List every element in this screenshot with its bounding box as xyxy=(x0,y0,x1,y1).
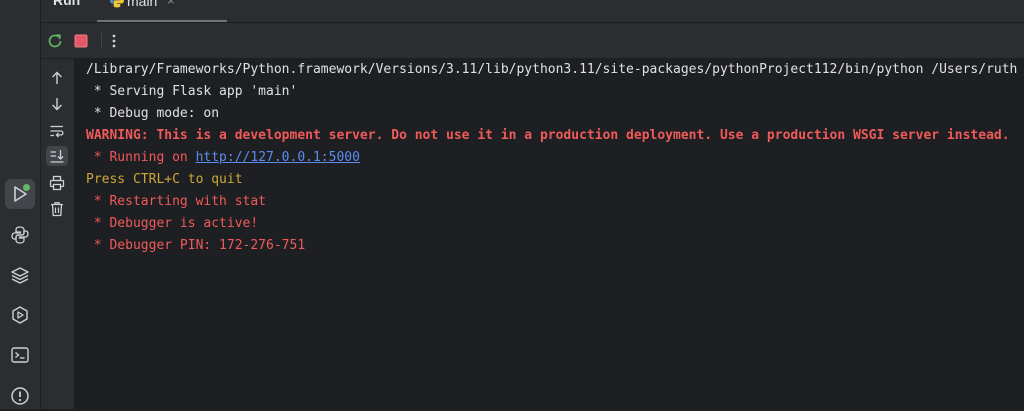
run-tool-button[interactable] xyxy=(5,179,35,209)
run-toolbar xyxy=(41,23,1024,59)
layers-button[interactable] xyxy=(5,260,35,290)
console-line-command: /Library/Frameworks/Python.framework/Ver… xyxy=(86,62,1018,77)
active-tab-indicator xyxy=(97,20,227,22)
layers-icon xyxy=(11,267,29,284)
run-tool-window-header: Run main × xyxy=(41,0,1024,23)
python-console-icon xyxy=(11,226,29,244)
console-line-debugger-pin: * Debugger PIN: 172-276-751 xyxy=(86,238,306,253)
stop-icon xyxy=(74,34,88,48)
terminal-button[interactable] xyxy=(5,340,35,370)
tool-window-title: Run xyxy=(53,0,81,8)
console-line-warning: WARNING: This is a development server. D… xyxy=(86,128,1010,143)
console-line-restarting: * Restarting with stat xyxy=(86,194,267,209)
activity-bar xyxy=(0,0,41,409)
tab-close-icon[interactable]: × xyxy=(167,0,175,8)
running-prefix: * Running on xyxy=(86,150,196,165)
next-occurrence-button[interactable] xyxy=(46,94,68,114)
console-output[interactable]: /Library/Frameworks/Python.framework/Ver… xyxy=(75,59,1024,409)
previous-occurrence-button[interactable] xyxy=(46,68,68,88)
services-button[interactable] xyxy=(5,300,35,330)
problems-icon xyxy=(11,387,29,405)
arrow-down-icon xyxy=(52,98,62,111)
more-vertical-icon xyxy=(112,34,116,48)
rerun-icon xyxy=(48,34,62,48)
python-icon xyxy=(110,0,124,8)
tab-main[interactable]: main × xyxy=(97,0,227,22)
console-line-running: * Running on http://127.0.0.1:5000 xyxy=(86,149,360,167)
tab-label: main xyxy=(127,0,158,9)
trash-icon xyxy=(51,202,63,217)
console-side-toolbar xyxy=(41,59,75,409)
more-options-button[interactable] xyxy=(104,31,124,51)
print-button[interactable] xyxy=(46,173,68,193)
rerun-button[interactable] xyxy=(45,31,65,51)
services-icon xyxy=(12,306,28,324)
running-status-dot xyxy=(22,183,31,192)
scroll-to-end-icon xyxy=(50,150,64,163)
stop-button[interactable] xyxy=(71,31,91,51)
console-line-debug-mode: * Debug mode: on xyxy=(86,106,220,121)
terminal-icon xyxy=(11,347,29,363)
print-icon xyxy=(49,175,65,191)
python-console-button[interactable] xyxy=(5,220,35,250)
soft-wrap-button[interactable] xyxy=(46,121,68,141)
server-url-link[interactable]: http://127.0.0.1:5000 xyxy=(196,150,360,165)
problems-button[interactable] xyxy=(5,381,35,411)
toolbar-separator xyxy=(101,33,102,49)
console-line-quit: Press CTRL+C to quit xyxy=(86,172,243,187)
console-line-debugger-active: * Debugger is active! xyxy=(86,216,259,231)
clear-all-button[interactable] xyxy=(46,199,68,219)
soft-wrap-icon xyxy=(50,125,64,138)
scroll-to-end-button[interactable] xyxy=(46,146,68,166)
console-line-serving: * Serving Flask app 'main' xyxy=(86,84,298,99)
arrow-up-icon xyxy=(52,71,62,84)
